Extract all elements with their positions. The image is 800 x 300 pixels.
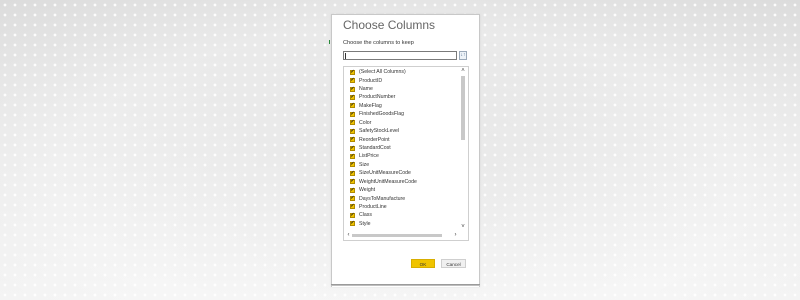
horizontal-scroll-thumb[interactable] [352,234,442,237]
checkbox[interactable]: ✓ [350,212,355,218]
text-cursor [345,53,346,59]
column-item[interactable]: ✓ Weight [346,186,456,194]
column-item[interactable]: ✓ Name [346,85,456,93]
column-item-label: SafetyStockLevel [359,128,400,135]
column-item-label: ProductLine [359,203,387,210]
checkbox[interactable]: ✓ [350,179,355,185]
column-item-label: ListPrice [359,153,379,160]
checkbox[interactable]: ✓ [350,86,355,92]
checkbox[interactable]: ✓ [350,137,355,143]
checkbox[interactable]: ✓ [350,170,355,176]
column-item[interactable]: ✓ SafetyStockLevel [346,127,456,135]
checkbox[interactable]: ✓ [350,78,355,84]
column-item-label: DaysToManufacture [359,195,406,202]
column-item-label: Color [359,119,372,126]
scroll-up-icon[interactable]: ˄ [459,68,467,75]
vertical-scroll-thumb[interactable] [461,76,465,140]
cancel-button[interactable]: Cancel [441,259,466,268]
checkbox[interactable]: ✓ [350,94,355,100]
scroll-left-icon[interactable]: ‹ [345,232,352,239]
checkbox[interactable]: ✓ [350,69,355,75]
search-input[interactable] [343,51,457,60]
column-item-label: Style [359,220,371,227]
ok-button[interactable]: OK [411,259,435,268]
column-item[interactable]: ✓ Size [346,161,456,169]
column-item-label: StandardCost [359,145,391,151]
column-item-label: Size [359,161,370,168]
column-item[interactable]: ✓ StandardCost [346,144,456,152]
column-item-label: Name [359,86,373,93]
vertical-scrollbar[interactable]: ˄ ˅ [459,68,467,231]
choose-columns-dialog: Choose Columns Choose the columns to kee… [331,14,480,287]
column-item[interactable]: ✓ FinishedGoodsFlag [346,110,456,118]
column-item[interactable]: ✓ Style [346,220,456,228]
checkbox[interactable]: ✓ [350,120,355,126]
column-item-label: Weight [359,187,376,194]
column-item-label: ReorderPoint [359,136,390,143]
column-item-label: FinishedGoodsFlag [359,111,404,118]
column-item-label: ProductNumber [359,94,396,101]
columns-list: ✓ (Select All Columns) ✓ ProductID ✓ Name ✓ Pro… [346,68,456,228]
dialog-subtitle: Choose the columns to keep [343,40,414,46]
dialog-shadow [331,284,480,286]
column-item[interactable]: ✓ ReorderPoint [346,135,456,143]
column-item-label: Class [359,212,372,219]
column-item[interactable]: ✓ ListPrice [346,152,456,160]
dialog-title: Choose Columns [343,18,436,32]
column-item-label: (Select All Columns) [359,69,406,76]
checkbox[interactable]: ✓ [350,145,355,151]
edge-marker [329,40,330,44]
column-item[interactable]: ✓ ProductID [346,76,456,84]
column-item[interactable]: ✓ ProductLine [346,203,456,211]
checkbox[interactable]: ✓ [350,162,355,168]
scroll-down-icon[interactable]: ˅ [459,224,467,231]
checkbox[interactable]: ✓ [350,196,355,202]
column-item[interactable]: ✓ ProductNumber [346,93,456,101]
scroll-right-icon[interactable]: › [452,232,459,239]
checkbox[interactable]: ✓ [350,204,355,210]
column-item[interactable]: ✓ DaysToManufacture [346,194,456,202]
column-item[interactable]: ✓ (Select All Columns) [346,68,456,76]
checkbox[interactable]: ✓ [350,187,355,193]
sort-icon[interactable]: ↓↑ [459,51,467,60]
columns-listbox[interactable]: ✓ (Select All Columns) ✓ ProductID ✓ Name ✓ Pro… [343,66,469,241]
checkbox[interactable]: ✓ [350,128,355,134]
column-item[interactable]: ✓ Class [346,211,456,219]
column-item-label: ProductID [359,77,383,84]
checkbox[interactable]: ✓ [350,103,355,109]
checkbox[interactable]: ✓ [350,111,355,117]
column-item[interactable]: ✓ Color [346,119,456,127]
column-item-label: WeightUnitMeasureCode [359,178,417,185]
column-item[interactable]: ✓ WeightUnitMeasureCode [346,177,456,185]
column-item-label: SizeUnitMeasureCode [359,170,411,177]
checkbox[interactable]: ✓ [350,221,355,227]
column-item[interactable]: ✓ SizeUnitMeasureCode [346,169,456,177]
column-item-label: MakeFlag [359,102,382,109]
horizontal-scrollbar[interactable]: ‹ › [345,232,459,239]
checkbox[interactable]: ✓ [350,153,355,159]
column-item[interactable]: ✓ MakeFlag [346,102,456,110]
